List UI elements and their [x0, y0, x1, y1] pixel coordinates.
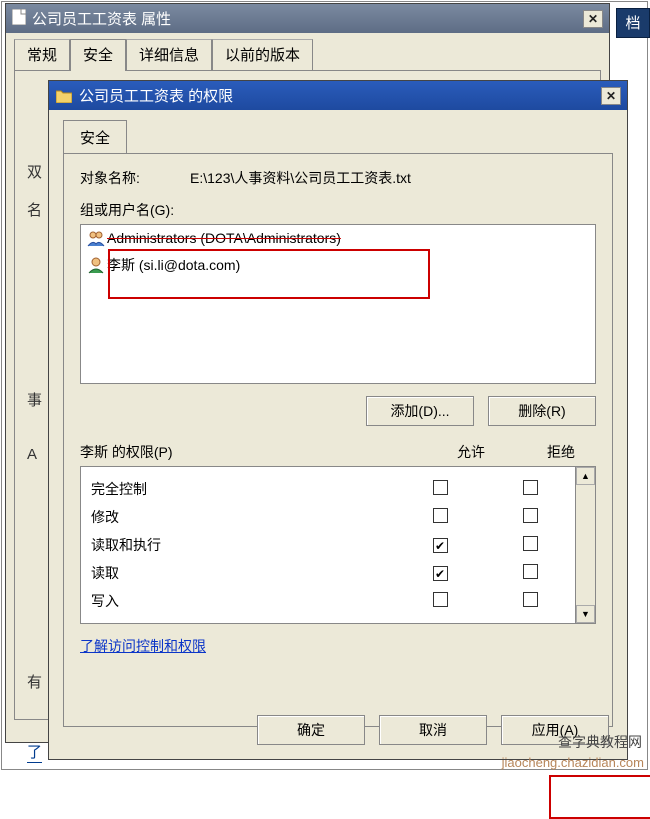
permissions-for-user-label: 李斯 的权限(P)	[80, 442, 436, 462]
object-name-label: 对象名称:	[80, 168, 190, 188]
user-list[interactable]: Administrators (DOTA\Administrators) 李斯 …	[80, 224, 596, 384]
user-list-item-text: 李斯 (si.li@dota.com)	[107, 255, 240, 275]
deny-header: 拒绝	[526, 442, 596, 462]
properties-close-button[interactable]: ✕	[583, 10, 603, 28]
permissions-grid: 李斯 的权限(P) 允许 拒绝 完全控制 修改	[80, 442, 596, 624]
bg-text: 有	[27, 671, 42, 692]
permissions-close-button[interactable]: ✕	[601, 87, 621, 105]
permissions-tabs: 安全	[63, 120, 613, 154]
allow-checkbox-write[interactable]	[433, 592, 448, 607]
cancel-button[interactable]: 取消	[379, 715, 487, 745]
deny-checkbox-read-execute[interactable]	[523, 536, 538, 551]
add-user-button[interactable]: 添加(D)...	[366, 396, 474, 426]
ok-button[interactable]: 确定	[257, 715, 365, 745]
scroll-up-button[interactable]: ▲	[576, 467, 595, 485]
permissions-window: 公司员工工资表 的权限 ✕ 安全 对象名称: E:\123\人事资料\公司员工工…	[48, 80, 628, 760]
perm-label: 完全控制	[91, 479, 405, 499]
bg-text: 了	[27, 741, 42, 763]
permissions-panel: 对象名称: E:\123\人事资料\公司员工工资表.txt 组或用户名(G): …	[63, 153, 613, 727]
bg-text: 事	[27, 389, 42, 410]
deny-checkbox-write[interactable]	[523, 592, 538, 607]
permissions-tab-security[interactable]: 安全	[63, 120, 127, 154]
perm-row-write: 写入	[91, 587, 565, 615]
bg-text: A	[27, 446, 37, 463]
user-icon	[87, 256, 107, 274]
user-list-item-text: Administrators (DOTA\Administrators)	[107, 230, 341, 246]
file-icon	[12, 9, 26, 28]
watermark-text: 查字典教程网	[558, 732, 642, 752]
deny-checkbox-read[interactable]	[523, 564, 538, 579]
perm-row-read-execute: 读取和执行	[91, 531, 565, 559]
perm-label: 读取和执行	[91, 535, 405, 555]
perm-row-modify: 修改	[91, 503, 565, 531]
user-list-item-lisi[interactable]: 李斯 (si.li@dota.com)	[81, 251, 595, 279]
perm-label: 读取	[91, 563, 405, 583]
remove-user-button[interactable]: 删除(R)	[488, 396, 596, 426]
watermark-url: jiaocheng.chazidian.com	[502, 755, 644, 770]
group-user-label: 组或用户名(G):	[80, 200, 596, 220]
dialog-footer-buttons: 确定 取消 应用(A)	[257, 715, 609, 745]
permissions-body: 安全 对象名称: E:\123\人事资料\公司员工工资表.txt 组或用户名(G…	[49, 110, 627, 738]
bg-text: 名	[27, 199, 42, 220]
annotation-highlight-apply	[549, 775, 650, 819]
user-list-item-administrators[interactable]: Administrators (DOTA\Administrators)	[81, 225, 595, 251]
allow-checkbox-read[interactable]	[433, 566, 448, 581]
allow-checkbox-read-execute[interactable]	[433, 538, 448, 553]
group-icon	[87, 229, 107, 247]
tab-previous-versions[interactable]: 以前的版本	[212, 39, 313, 71]
allow-header: 允许	[436, 442, 506, 462]
permissions-scrollbar[interactable]: ▲ ▼	[575, 467, 595, 623]
perm-label: 修改	[91, 507, 405, 527]
permissions-listbox: 完全控制 修改 读取和执行	[80, 466, 596, 624]
perm-row-read: 读取	[91, 559, 565, 587]
properties-tabs: 常规 安全 详细信息 以前的版本	[14, 39, 601, 71]
background-fragment: 档	[616, 8, 650, 38]
deny-checkbox-full-control[interactable]	[523, 480, 538, 495]
permissions-title: 公司员工工资表 的权限	[79, 85, 601, 106]
tab-security[interactable]: 安全	[70, 39, 126, 71]
scroll-track[interactable]	[576, 485, 595, 605]
object-name-value: E:\123\人事资料\公司员工工资表.txt	[190, 168, 596, 188]
deny-checkbox-modify[interactable]	[523, 508, 538, 523]
perm-row-full-control: 完全控制	[91, 475, 565, 503]
properties-title: 公司员工工资表 属性	[32, 8, 583, 29]
allow-checkbox-full-control[interactable]	[433, 480, 448, 495]
tab-details[interactable]: 详细信息	[126, 39, 212, 71]
tab-general[interactable]: 常规	[14, 39, 70, 71]
permissions-titlebar: 公司员工工资表 的权限 ✕	[49, 81, 627, 110]
folder-icon	[55, 88, 73, 104]
properties-titlebar: 公司员工工资表 属性 ✕	[6, 4, 609, 33]
learn-about-acl-link[interactable]: 了解访问控制和权限	[80, 636, 206, 656]
bg-text: 双	[27, 161, 42, 182]
perm-label: 写入	[91, 591, 405, 611]
allow-checkbox-modify[interactable]	[433, 508, 448, 523]
scroll-down-button[interactable]: ▼	[576, 605, 595, 623]
